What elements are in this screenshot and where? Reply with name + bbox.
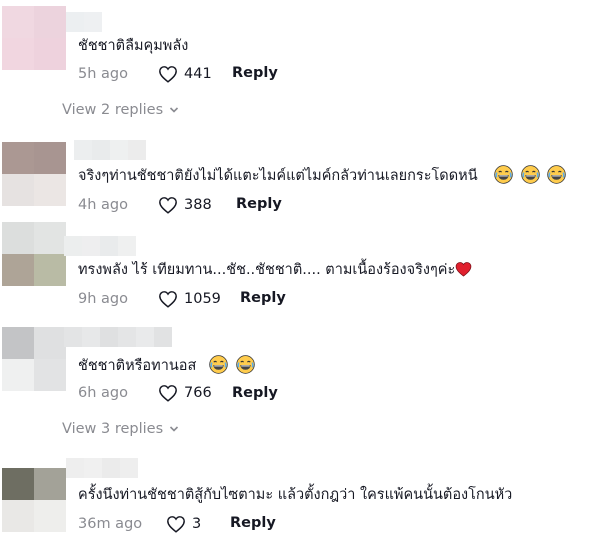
username-blurred[interactable]: [74, 140, 146, 160]
like-count: 441: [184, 66, 212, 82]
comment-text: ชัชชาติหรือทานอส: [78, 355, 255, 376]
laughing-emoji: [209, 355, 228, 374]
heart-outline-icon: [159, 385, 177, 402]
username-blurred[interactable]: [66, 12, 102, 32]
chevron-down-icon: [170, 426, 179, 432]
view-replies-label: View 3 replies: [62, 421, 164, 437]
like-button[interactable]: 388: [158, 196, 212, 214]
comment-text: จริงๆท่านชัชชาติยังไม่ได้แตะไมค์แต่ไมค์ก…: [78, 165, 567, 186]
heart-outline-icon: [167, 516, 185, 533]
reply-button[interactable]: Reply: [230, 515, 276, 531]
comment-text: ทรงพลัง ไร้ เทียมทาน...ชัช..ชัชชาติ.... …: [78, 260, 472, 280]
like-button[interactable]: 766: [158, 384, 212, 402]
like-button[interactable]: 441: [158, 65, 212, 83]
comment-time: 6h ago: [78, 385, 128, 401]
avatar[interactable]: [2, 6, 66, 70]
like-count: 1059: [184, 291, 221, 307]
avatar[interactable]: [2, 468, 66, 532]
view-replies-button[interactable]: View 2 replies: [62, 102, 179, 118]
username-blurred[interactable]: [64, 236, 136, 256]
comment-text: ชัชชาติลืมคุมพลัง: [78, 38, 189, 54]
heart-outline-icon: [159, 291, 177, 308]
comment-time: 36m ago: [78, 516, 143, 532]
comment-meta: 5h ago 441: [78, 63, 212, 85]
username-blurred[interactable]: [64, 327, 172, 347]
laughing-emoji: [494, 165, 513, 184]
like-button[interactable]: 1059: [158, 290, 221, 308]
comment-meta: 9h ago 1059: [78, 288, 221, 310]
reply-button[interactable]: Reply: [240, 290, 286, 306]
comment-time: 9h ago: [78, 291, 128, 307]
laughing-emoji: [521, 165, 540, 184]
reply-button[interactable]: Reply: [232, 385, 278, 401]
laughing-emoji: [547, 165, 567, 184]
chevron-down-icon: [170, 107, 179, 113]
comment-time: 4h ago: [78, 197, 128, 213]
avatar[interactable]: [2, 142, 66, 206]
like-button[interactable]: 3: [166, 515, 201, 533]
like-count: 388: [184, 197, 212, 213]
heart-outline-icon: [159, 66, 177, 83]
comment-time: 5h ago: [78, 66, 128, 82]
reply-button[interactable]: Reply: [232, 65, 278, 81]
like-count: 3: [192, 516, 202, 532]
view-replies-label: View 2 replies: [62, 102, 164, 118]
reply-button[interactable]: Reply: [236, 196, 282, 212]
comment-text: ครั้งนึงท่านชัชชาติสู้กับไซตามะ แล้วตั้ง…: [78, 487, 513, 503]
avatar[interactable]: [2, 327, 66, 391]
laughing-emoji: [235, 355, 255, 374]
comment-meta: 36m ago 3: [78, 513, 201, 535]
heart-outline-icon: [159, 197, 177, 214]
comment-meta: 6h ago 766: [78, 382, 212, 404]
avatar[interactable]: [2, 222, 66, 286]
view-replies-button[interactable]: View 3 replies: [62, 421, 179, 437]
username-blurred[interactable]: [66, 458, 138, 478]
comment-meta: 4h ago 388: [78, 194, 212, 216]
like-count: 766: [184, 385, 212, 401]
red-heart-emoji: [455, 262, 472, 277]
